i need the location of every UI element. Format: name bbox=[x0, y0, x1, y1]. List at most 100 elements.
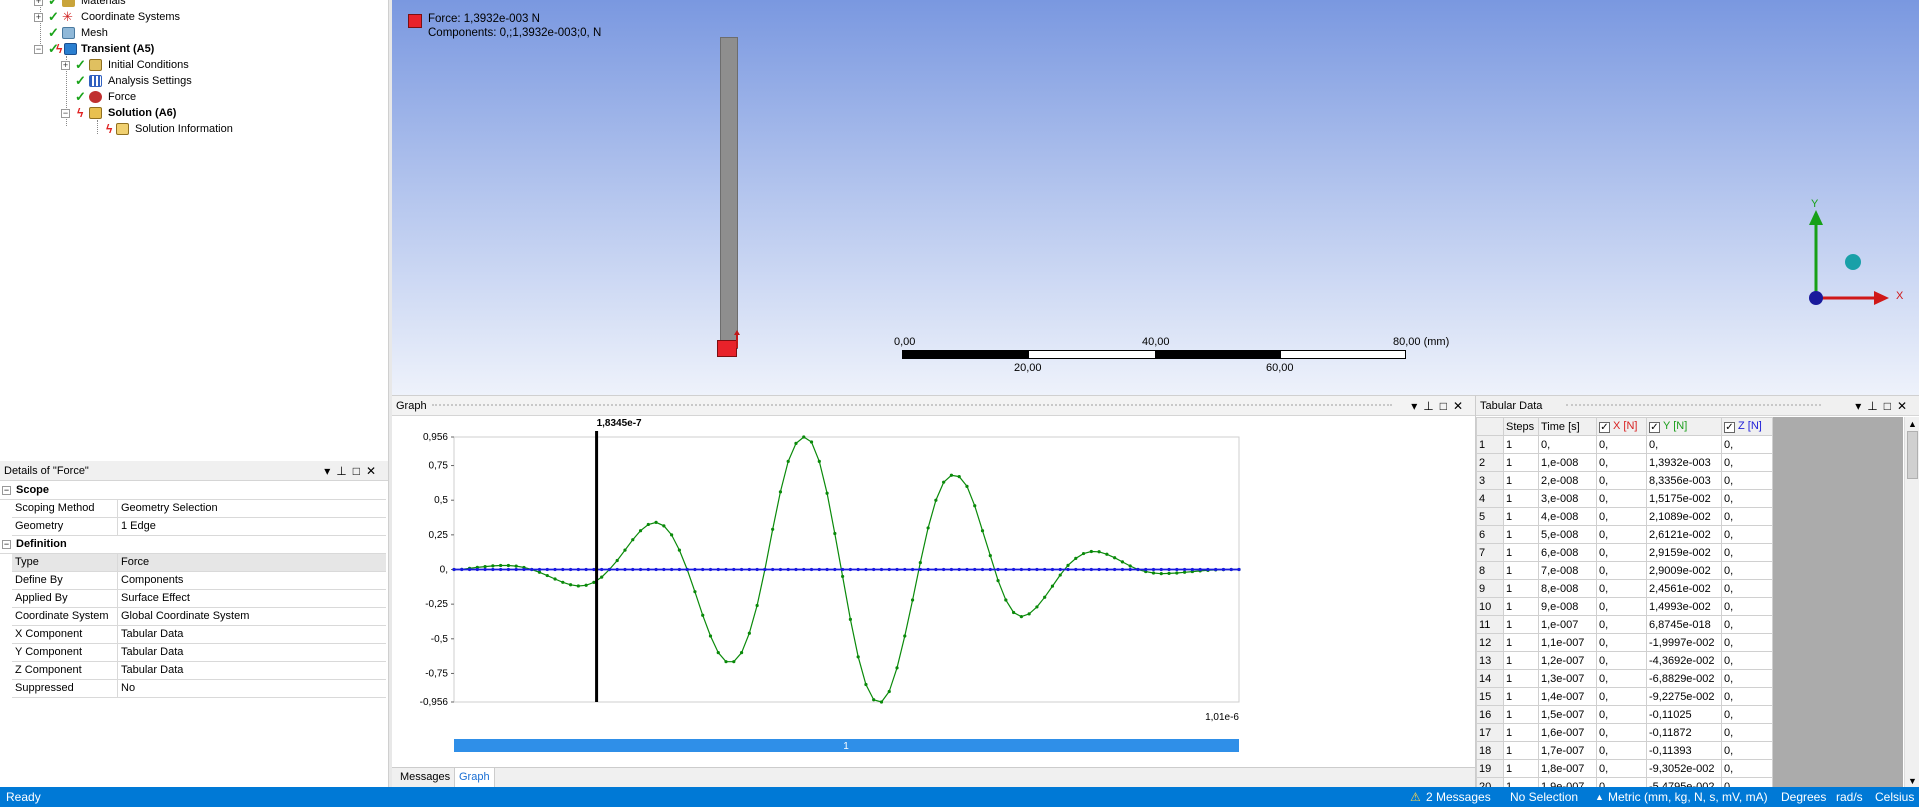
table-cell[interactable]: 1,4993e-002 bbox=[1646, 597, 1722, 616]
table-cell[interactable]: 0, bbox=[1721, 453, 1773, 472]
scroll-down-icon[interactable]: ▼ bbox=[1908, 776, 1917, 786]
details-row[interactable]: Applied By Surface Effect bbox=[12, 590, 386, 608]
table-cell[interactable]: 0, bbox=[1721, 435, 1773, 454]
graphics-viewport[interactable]: Force: 1,3932e-003 N Components: 0,;1,39… bbox=[392, 0, 1919, 395]
maximize-icon[interactable]: □ bbox=[1440, 399, 1453, 413]
table-cell[interactable]: 6,8745e-018 bbox=[1646, 615, 1722, 634]
table-cell[interactable]: 1 bbox=[1503, 597, 1539, 616]
table-row[interactable]: 16 1 1,5e-007 0, -0,11025 0, bbox=[1476, 705, 1773, 724]
table-cell[interactable]: 0, bbox=[1596, 435, 1647, 454]
expand-icon[interactable]: + bbox=[61, 61, 70, 70]
row-number-cell[interactable]: 6 bbox=[1476, 525, 1504, 544]
column-header-x[interactable]: ✓ X [N] bbox=[1596, 417, 1647, 436]
table-cell[interactable]: 1 bbox=[1503, 543, 1539, 562]
pin-icon[interactable]: ⊥ bbox=[336, 464, 352, 478]
details-section-scope[interactable]: − Scope bbox=[0, 482, 386, 500]
table-cell[interactable]: 0, bbox=[1538, 435, 1597, 454]
column-header-time[interactable]: Time [s] bbox=[1538, 417, 1597, 436]
table-row[interactable]: 10 1 9,e-008 0, 1,4993e-002 0, bbox=[1476, 597, 1773, 616]
dropdown-icon[interactable]: ▾ bbox=[1855, 399, 1867, 413]
table-cell[interactable]: -4,3692e-002 bbox=[1646, 651, 1722, 670]
table-cell[interactable]: 4,e-008 bbox=[1538, 507, 1597, 526]
table-cell[interactable]: 0, bbox=[1721, 579, 1773, 598]
table-cell[interactable]: 1 bbox=[1503, 489, 1539, 508]
details-row[interactable]: Suppressed No bbox=[12, 680, 386, 698]
row-number-cell[interactable]: 8 bbox=[1476, 561, 1504, 580]
table-cell[interactable]: 1,8e-007 bbox=[1538, 759, 1597, 778]
table-cell[interactable]: 0, bbox=[1721, 741, 1773, 760]
table-cell[interactable]: 1 bbox=[1503, 579, 1539, 598]
table-cell[interactable]: 0, bbox=[1596, 579, 1647, 598]
beam-geometry[interactable] bbox=[720, 37, 738, 349]
row-number-cell[interactable]: 9 bbox=[1476, 579, 1504, 598]
table-cell[interactable]: 1,5e-007 bbox=[1538, 705, 1597, 724]
row-number-cell[interactable]: 2 bbox=[1476, 453, 1504, 472]
table-cell[interactable]: 0, bbox=[1596, 759, 1647, 778]
details-row[interactable]: Scoping Method Geometry Selection bbox=[12, 500, 386, 518]
row-number-cell[interactable]: 13 bbox=[1476, 651, 1504, 670]
collapse-icon[interactable]: − bbox=[61, 109, 70, 118]
table-cell[interactable]: 2,9159e-002 bbox=[1646, 543, 1722, 562]
table-cell[interactable]: 9,e-008 bbox=[1538, 597, 1597, 616]
property-value[interactable]: Tabular Data bbox=[119, 644, 183, 661]
checkbox-icon[interactable]: ✓ bbox=[1599, 422, 1610, 433]
details-row[interactable]: Define By Components bbox=[12, 572, 386, 590]
tree-item-transient[interactable]: − ✓ ϟ Transient (A5) bbox=[34, 41, 334, 57]
row-number-cell[interactable]: 17 bbox=[1476, 723, 1504, 742]
table-cell[interactable]: 1,6e-007 bbox=[1538, 723, 1597, 742]
column-header-y[interactable]: ✓ Y [N] bbox=[1646, 417, 1722, 436]
axis-triad[interactable]: Y X bbox=[1792, 195, 1919, 310]
details-row[interactable]: Type Force bbox=[12, 554, 386, 572]
table-cell[interactable]: -9,2275e-002 bbox=[1646, 687, 1722, 706]
collapse-icon[interactable]: − bbox=[34, 45, 43, 54]
table-cell[interactable]: 1,2e-007 bbox=[1538, 651, 1597, 670]
table-cell[interactable]: 6,e-008 bbox=[1538, 543, 1597, 562]
force-graph[interactable]: 0,956 0,75 0,5 0,25 0, -0,25 -0,5 -0,75 -0,956 1… bbox=[392, 417, 1475, 767]
table-row[interactable]: 15 1 1,4e-007 0, -9,2275e-002 0, bbox=[1476, 687, 1773, 706]
table-cell[interactable]: 1,1e-007 bbox=[1538, 633, 1597, 652]
table-cell[interactable]: 1 bbox=[1503, 525, 1539, 544]
property-value[interactable]: No bbox=[119, 680, 135, 697]
table-cell[interactable]: 0, bbox=[1596, 723, 1647, 742]
table-cell[interactable]: -0,11872 bbox=[1646, 723, 1722, 742]
close-icon[interactable]: ✕ bbox=[1897, 399, 1913, 413]
table-cell[interactable]: 0, bbox=[1596, 741, 1647, 760]
tree-item-initial-conditions[interactable]: + ✓ Initial Conditions bbox=[61, 57, 361, 73]
table-cell[interactable]: 1 bbox=[1503, 723, 1539, 742]
table-cell[interactable]: 0, bbox=[1721, 525, 1773, 544]
table-cell[interactable]: 5,e-008 bbox=[1538, 525, 1597, 544]
table-cell[interactable]: 1,e-007 bbox=[1538, 615, 1597, 634]
table-cell[interactable]: 0, bbox=[1721, 705, 1773, 724]
checkbox-icon[interactable]: ✓ bbox=[1724, 422, 1735, 433]
table-cell[interactable]: 0, bbox=[1721, 543, 1773, 562]
table-cell[interactable]: 0, bbox=[1721, 561, 1773, 580]
expand-icon[interactable]: + bbox=[34, 0, 43, 6]
table-cell[interactable]: 0, bbox=[1596, 633, 1647, 652]
table-cell[interactable]: 0, bbox=[1721, 669, 1773, 688]
table-row[interactable]: 14 1 1,3e-007 0, -6,8829e-002 0, bbox=[1476, 669, 1773, 688]
table-cell[interactable]: 0, bbox=[1721, 723, 1773, 742]
table-cell[interactable]: 0, bbox=[1721, 615, 1773, 634]
table-cell[interactable]: 0, bbox=[1596, 597, 1647, 616]
row-number-cell[interactable]: 7 bbox=[1476, 543, 1504, 562]
row-number-cell[interactable]: 15 bbox=[1476, 687, 1504, 706]
table-cell[interactable]: 1 bbox=[1503, 687, 1539, 706]
table-cell[interactable]: 0, bbox=[1721, 633, 1773, 652]
table-cell[interactable]: 1,4e-007 bbox=[1538, 687, 1597, 706]
table-row[interactable]: 2 1 1,e-008 0, 1,3932e-003 0, bbox=[1476, 453, 1773, 472]
table-cell[interactable]: 2,1089e-002 bbox=[1646, 507, 1722, 526]
table-cell[interactable]: 0, bbox=[1721, 759, 1773, 778]
table-cell[interactable]: 0, bbox=[1596, 561, 1647, 580]
table-cell[interactable]: 2,6121e-002 bbox=[1646, 525, 1722, 544]
table-cell[interactable]: 0, bbox=[1721, 489, 1773, 508]
expand-icon[interactable]: + bbox=[34, 13, 43, 22]
table-cell[interactable]: 1 bbox=[1503, 453, 1539, 472]
status-temperature[interactable]: Celsius bbox=[1875, 787, 1914, 807]
property-value[interactable]: Global Coordinate System bbox=[119, 608, 249, 625]
table-cell[interactable]: 0, bbox=[1721, 507, 1773, 526]
status-units[interactable]: Metric (mm, kg, N, s, mV, mA) bbox=[1608, 787, 1768, 807]
details-row[interactable]: Coordinate System Global Coordinate Syst… bbox=[12, 608, 386, 626]
details-row[interactable]: Y Component Tabular Data bbox=[12, 644, 386, 662]
pin-icon[interactable]: ⊥ bbox=[1423, 399, 1439, 413]
table-cell[interactable]: 0, bbox=[1596, 615, 1647, 634]
